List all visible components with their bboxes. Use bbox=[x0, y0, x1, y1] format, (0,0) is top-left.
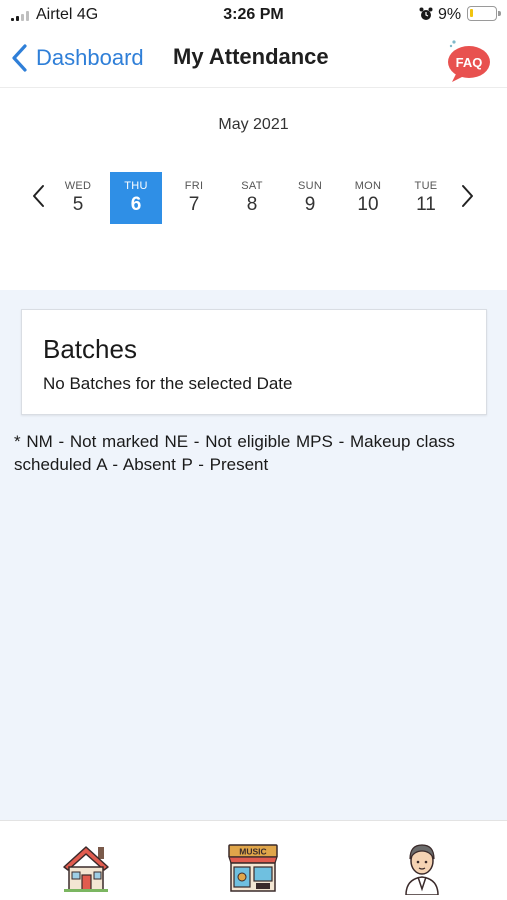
chevron-right-icon[interactable] bbox=[456, 181, 478, 211]
battery-icon bbox=[467, 6, 501, 21]
day-of-week: MON bbox=[354, 180, 382, 192]
week-calendar: May 2021 WED 5 THU 6 FRI 7 SAT 8 SUN 9 M… bbox=[0, 88, 507, 290]
day-of-week: SAT bbox=[241, 180, 263, 192]
music-store-icon[interactable]: MUSIC bbox=[225, 839, 281, 895]
attendance-content: Batches No Batches for the selected Date… bbox=[0, 290, 507, 820]
alarm-icon bbox=[419, 7, 433, 20]
day-thu-selected[interactable]: THU 6 bbox=[110, 172, 162, 224]
day-mon[interactable]: MON 10 bbox=[342, 172, 394, 224]
batches-title: Batches bbox=[43, 334, 137, 364]
day-of-week: FRI bbox=[184, 180, 204, 192]
day-tue[interactable]: TUE 11 bbox=[400, 172, 452, 224]
day-of-week: SUN bbox=[297, 180, 323, 192]
day-fri[interactable]: FRI 7 bbox=[168, 172, 220, 224]
home-icon[interactable] bbox=[58, 839, 114, 895]
music-sign-text: MUSIC bbox=[239, 847, 266, 857]
day-number: 7 bbox=[188, 194, 200, 215]
faq-label: FAQ bbox=[456, 55, 483, 70]
day-number: 5 bbox=[72, 194, 84, 215]
chevron-left-icon[interactable] bbox=[28, 181, 50, 211]
day-of-week: TUE bbox=[414, 180, 438, 192]
day-number: 11 bbox=[416, 194, 436, 215]
nav-header: Dashboard My Attendance FAQ bbox=[0, 30, 507, 88]
day-wed[interactable]: WED 5 bbox=[52, 172, 104, 224]
back-button[interactable]: Dashboard bbox=[8, 38, 144, 78]
day-sun[interactable]: SUN 9 bbox=[284, 172, 336, 224]
batches-empty-message: No Batches for the selected Date bbox=[43, 374, 293, 393]
back-button-label: Dashboard bbox=[36, 45, 144, 70]
battery-percent: 9% bbox=[438, 6, 462, 23]
faq-button[interactable]: FAQ bbox=[442, 36, 492, 84]
day-sat[interactable]: SAT 8 bbox=[226, 172, 278, 224]
day-number: 6 bbox=[130, 194, 142, 215]
month-label: May 2021 bbox=[218, 116, 289, 133]
day-of-week: WED bbox=[64, 180, 92, 192]
day-number: 8 bbox=[246, 194, 258, 215]
attendance-legend: * NM - Not marked NE - Not eligible MPS … bbox=[14, 432, 455, 474]
day-of-week: THU bbox=[124, 180, 148, 192]
page-title: My Attendance bbox=[173, 44, 329, 69]
day-number: 9 bbox=[304, 194, 316, 215]
chevron-left-icon bbox=[12, 44, 27, 72]
day-number: 10 bbox=[357, 194, 379, 215]
profile-avatar-icon[interactable] bbox=[394, 839, 450, 895]
batches-card: Batches No Batches for the selected Date bbox=[21, 309, 487, 415]
bottom-tab-bar: MUSIC bbox=[0, 820, 507, 900]
status-bar: Airtel 4G 3:26 PM 9% bbox=[0, 0, 507, 30]
